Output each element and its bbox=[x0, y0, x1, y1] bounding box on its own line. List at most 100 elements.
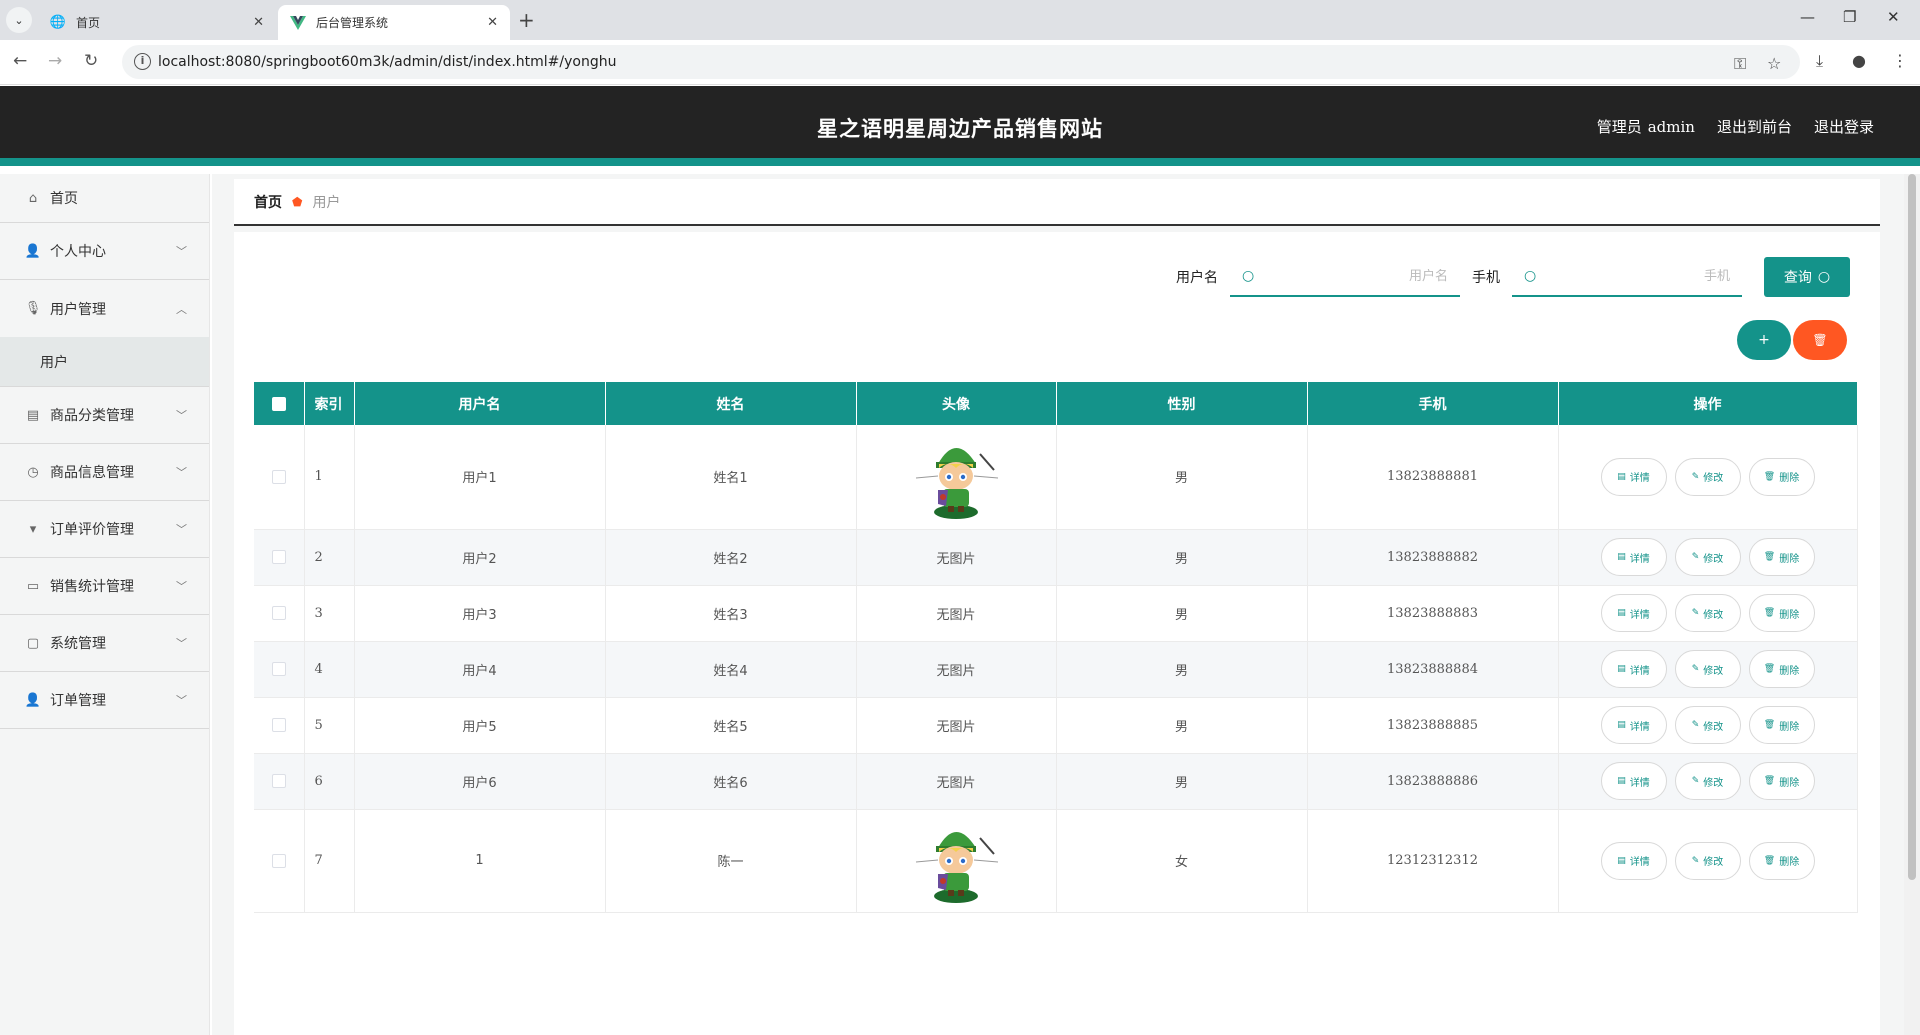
detail-button[interactable]: ▤ 详情 bbox=[1600, 457, 1667, 496]
row-checkbox[interactable] bbox=[271, 550, 286, 564]
role-label: 管理员 bbox=[1596, 118, 1642, 136]
sidebar-item-category-management[interactable]: ▤ 商品分类管理 ﹀ bbox=[0, 387, 209, 444]
detail-button[interactable]: ▤ 详情 bbox=[1600, 841, 1667, 880]
cell-name: 姓名2 bbox=[605, 529, 857, 586]
vue-logo-icon bbox=[290, 15, 306, 31]
delete-button[interactable]: 🗑 删除 bbox=[1748, 538, 1815, 576]
query-button[interactable]: 查询 ○ bbox=[1764, 257, 1850, 297]
cell-username: 用户4 bbox=[354, 641, 606, 698]
user-icon: 👤 bbox=[24, 692, 42, 708]
logout-link[interactable]: 退出登录 bbox=[1814, 116, 1874, 137]
profile-icon[interactable]: ● bbox=[1852, 51, 1866, 70]
sidebar-item-sales-stats[interactable]: ▭ 销售统计管理 ﹀ bbox=[0, 558, 209, 615]
scrollbar-thumb[interactable] bbox=[1908, 174, 1916, 880]
sidebar-item-system-management[interactable]: ▢ 系统管理 ﹀ bbox=[0, 615, 209, 672]
close-icon[interactable]: ✕ bbox=[253, 15, 264, 30]
batch-delete-button[interactable]: 🗑 bbox=[1793, 320, 1847, 360]
row-checkbox-cell[interactable] bbox=[254, 641, 305, 698]
document-icon: ▤ bbox=[1617, 855, 1626, 866]
cell-index: 2 bbox=[304, 529, 355, 586]
new-tab-plus-icon[interactable]: + bbox=[518, 8, 535, 32]
cell-ops: ▤ 详情 ✎ 修改 🗑 删除 bbox=[1558, 425, 1858, 530]
delete-button[interactable]: 🗑 删除 bbox=[1748, 457, 1815, 496]
forward-arrow-icon[interactable]: → bbox=[48, 51, 62, 71]
no-image-text: 无图片 bbox=[936, 775, 976, 791]
sidebar-item-home[interactable]: ⌂ 首页 bbox=[0, 174, 209, 223]
edit-button[interactable]: ✎ 修改 bbox=[1674, 841, 1741, 880]
tab-title: 首页 bbox=[76, 16, 101, 30]
back-arrow-icon[interactable]: ← bbox=[13, 51, 27, 71]
add-button[interactable]: + bbox=[1737, 320, 1791, 360]
breadcrumb-home[interactable]: 首页 bbox=[254, 192, 282, 212]
detail-button[interactable]: ▤ 详情 bbox=[1600, 706, 1667, 744]
minimize-icon[interactable]: — bbox=[1800, 8, 1815, 26]
sidebar-item-personal-center[interactable]: 👤 个人中心 ﹀ bbox=[0, 223, 209, 280]
sidebar-item-order-management[interactable]: 👤 订单管理 ﹀ bbox=[0, 672, 209, 729]
close-icon[interactable]: ✕ bbox=[487, 15, 498, 30]
row-checkbox-cell[interactable] bbox=[254, 697, 305, 754]
row-checkbox[interactable] bbox=[271, 662, 286, 676]
delete-label: 删除 bbox=[1779, 473, 1800, 485]
download-icon[interactable]: ⤓ bbox=[1816, 51, 1823, 71]
row-checkbox[interactable] bbox=[271, 606, 286, 620]
site-info-icon[interactable]: i bbox=[134, 53, 151, 70]
bookmark-star-icon[interactable]: ☆ bbox=[1767, 54, 1781, 73]
back-to-front-link[interactable]: 退出到前台 bbox=[1717, 116, 1792, 137]
cell-ops: ▤ 详情 ✎ 修改 🗑 删除 bbox=[1558, 641, 1858, 698]
column-header: 索引 bbox=[304, 382, 355, 425]
delete-button[interactable]: 🗑 删除 bbox=[1748, 762, 1815, 800]
edit-button[interactable]: ✎ 修改 bbox=[1674, 457, 1741, 496]
row-checkbox[interactable] bbox=[271, 718, 286, 732]
sidebar-item-review-management[interactable]: ▾ 订单评价管理 ﹀ bbox=[0, 501, 209, 558]
chevron-down-icon: ﹀ bbox=[176, 245, 187, 258]
chevron-down-icon: ﹀ bbox=[176, 637, 187, 650]
detail-button[interactable]: ▤ 详情 bbox=[1600, 594, 1667, 632]
edit-button[interactable]: ✎ 修改 bbox=[1674, 538, 1741, 576]
url-field[interactable]: i localhost:8080/springboot60m3k/admin/d… bbox=[122, 45, 1800, 79]
row-checkbox-cell[interactable] bbox=[254, 529, 305, 586]
username-search[interactable]: ○ bbox=[1230, 257, 1460, 297]
delete-button[interactable]: 🗑 删除 bbox=[1748, 841, 1815, 880]
row-checkbox[interactable] bbox=[271, 469, 286, 484]
tab-search-chevron-icon[interactable]: ⌄ bbox=[6, 7, 32, 33]
row-checkbox-cell[interactable] bbox=[254, 425, 305, 530]
table-body: 1 用户1 姓名1 男 13823888881 ▤ 详情 ✎ 修改 🗑 删除 2 用户2 姓名2 无图片男… bbox=[254, 425, 1858, 913]
detail-button[interactable]: ▤ 详情 bbox=[1600, 762, 1667, 800]
edit-button[interactable]: ✎ 修改 bbox=[1674, 762, 1741, 800]
edit-button[interactable]: ✎ 修改 bbox=[1674, 650, 1741, 688]
sidebar-subitem-user[interactable]: 用户 bbox=[0, 337, 209, 387]
browser-menu-icon[interactable]: ⋮ bbox=[1892, 51, 1908, 70]
key-icon[interactable]: ⚿ bbox=[1734, 54, 1746, 74]
reload-icon[interactable]: ↻ bbox=[84, 51, 98, 71]
detail-button[interactable]: ▤ 详情 bbox=[1600, 650, 1667, 688]
home-icon: ⌂ bbox=[28, 190, 38, 206]
table-row: 1 用户1 姓名1 男 13823888881 ▤ 详情 ✎ 修改 🗑 删除 bbox=[254, 425, 1858, 530]
row-checkbox-cell[interactable] bbox=[254, 809, 305, 913]
row-checkbox-cell[interactable] bbox=[254, 753, 305, 810]
row-checkbox[interactable] bbox=[271, 774, 286, 788]
window-close-icon[interactable]: ✕ bbox=[1887, 8, 1900, 26]
browser-tab-home[interactable]: 🌐 首页 ✕ bbox=[38, 5, 276, 40]
select-all-checkbox-cell[interactable] bbox=[254, 382, 305, 425]
cell-name: 姓名5 bbox=[605, 697, 857, 754]
edit-button[interactable]: ✎ 修改 bbox=[1674, 594, 1741, 632]
edit-button[interactable]: ✎ 修改 bbox=[1674, 706, 1741, 744]
username-input[interactable] bbox=[1254, 268, 1448, 284]
sidebar-item-product-management[interactable]: ◷ 商品信息管理 ﹀ bbox=[0, 444, 209, 501]
phone-input[interactable] bbox=[1536, 268, 1730, 284]
row-checkbox-cell[interactable] bbox=[254, 585, 305, 642]
restore-icon[interactable]: ❐ bbox=[1843, 8, 1856, 26]
delete-button[interactable]: 🗑 删除 bbox=[1748, 650, 1815, 688]
page-scrollbar[interactable] bbox=[1904, 174, 1920, 1035]
delete-button[interactable]: 🗑 删除 bbox=[1748, 706, 1815, 744]
detail-button[interactable]: ▤ 详情 bbox=[1600, 538, 1667, 576]
row-checkbox[interactable] bbox=[271, 853, 286, 868]
user-icon: 👤 bbox=[24, 243, 42, 259]
phone-search[interactable]: ○ bbox=[1512, 257, 1742, 297]
delete-button[interactable]: 🗑 删除 bbox=[1748, 594, 1815, 632]
column-header: 操作 bbox=[1558, 382, 1858, 425]
sidebar-item-user-management[interactable]: 🎙 用户管理 ︿ bbox=[0, 280, 209, 337]
select-all-checkbox[interactable] bbox=[271, 396, 286, 411]
browser-tab-admin[interactable]: 后台管理系统 ✕ bbox=[278, 5, 510, 40]
chevron-down-icon: ﹀ bbox=[176, 580, 187, 593]
